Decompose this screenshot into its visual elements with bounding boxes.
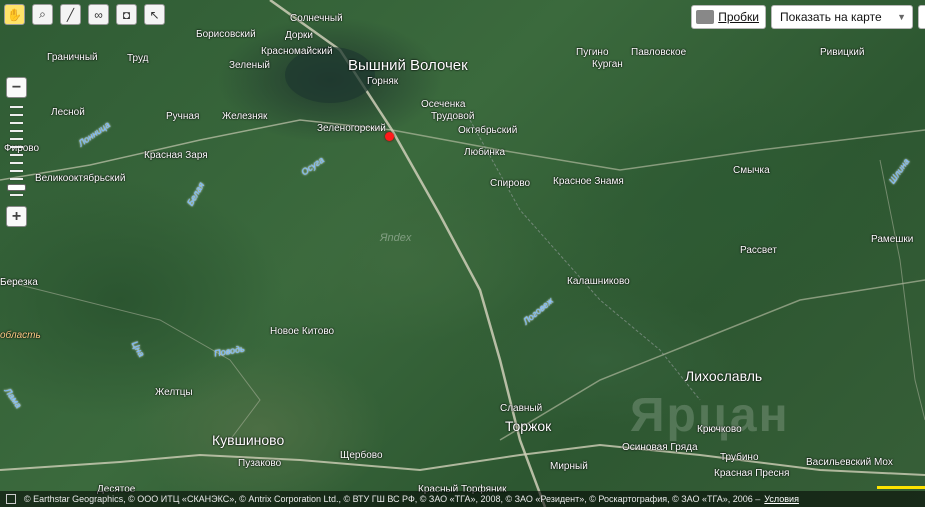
place-label: Граничный — [47, 52, 98, 63]
place-label: Красная Заря — [144, 150, 208, 161]
place-label: Рассвет — [740, 245, 777, 256]
place-label: Калашниково — [567, 276, 630, 287]
place-label: Осеченка — [421, 99, 466, 110]
satellite-map[interactable]: Ярцан Яndex Вышний Волочек Солнечный Дор… — [0, 0, 925, 507]
place-label: Смычка — [733, 165, 770, 176]
yandex-mark: Яndex — [380, 232, 412, 244]
zoom-in-button[interactable]: + — [6, 206, 27, 227]
place-label: Красное Знамя — [553, 176, 624, 187]
city-label: Кувшиново — [212, 432, 285, 448]
place-label: Любинка — [464, 147, 506, 158]
copyright-text: © Earthstar Geographics, © ООО ИТЦ «СКАН… — [24, 494, 761, 504]
zoom-out-button[interactable]: − — [6, 77, 27, 98]
place-label: Мирный — [550, 461, 588, 472]
place-label: Железняк — [222, 111, 268, 122]
select-tool-icon[interactable]: ↖ — [144, 4, 165, 25]
location-marker[interactable] — [385, 132, 394, 141]
place-label: Курган — [592, 59, 623, 70]
place-label: Труд — [127, 53, 149, 64]
region-label: область — [0, 330, 41, 341]
magnifier-tool-icon[interactable]: ⌕ — [32, 4, 53, 25]
place-label: Красномайский — [261, 46, 333, 57]
traffic-label: Пробки — [718, 10, 759, 24]
place-label: Павловское — [631, 47, 687, 58]
hand-tool-icon[interactable]: ✋ — [4, 4, 25, 25]
show-on-map-label: Показать на карте — [780, 10, 882, 24]
place-label: Горняк — [367, 76, 399, 87]
copyright-bar: © Earthstar Geographics, © ООО ИТЦ «СКАН… — [0, 491, 925, 507]
map-toolbar: ✋ ⌕ ╱ ∞ ◘ ↖ — [4, 4, 165, 25]
city-label: Лихославль — [685, 368, 763, 384]
city-label: Торжок — [505, 418, 552, 434]
place-label: Великооктябрьский — [35, 173, 126, 184]
place-label: Щербово — [340, 450, 383, 461]
place-label: Борисовский — [196, 29, 256, 40]
route-tool-icon[interactable]: ∞ — [88, 4, 109, 25]
layer-switch-button[interactable] — [918, 5, 925, 29]
zoom-control: − + — [6, 77, 28, 227]
place-label: Солнечный — [290, 13, 343, 24]
place-label: Березка — [0, 277, 38, 288]
scale-bar — [877, 486, 925, 489]
terms-link[interactable]: Условия — [764, 494, 799, 504]
show-on-map-dropdown[interactable]: Показать на карте ▼ — [771, 5, 913, 29]
place-label: Пугино — [576, 47, 609, 58]
place-label: Желтцы — [155, 387, 193, 398]
place-label: Спирово — [490, 178, 531, 189]
place-label: Рамешки — [871, 234, 914, 245]
place-label: Новое Китово — [270, 326, 335, 337]
place-label: Ручная — [166, 111, 200, 122]
city-label: Вышний Волочек — [348, 57, 468, 74]
place-label: Пузаково — [238, 458, 282, 469]
placemark-tool-icon[interactable]: ◘ — [116, 4, 137, 25]
place-label: Дорки — [285, 30, 313, 41]
zoom-handle[interactable] — [7, 184, 26, 191]
place-label: Трудовой — [431, 111, 475, 122]
place-label: Трубино — [720, 452, 759, 463]
traffic-button[interactable]: Пробки — [691, 5, 766, 29]
place-label: Крючково — [697, 424, 742, 435]
zoom-slider[interactable] — [6, 100, 27, 204]
place-label: Красная Пресня — [714, 468, 790, 479]
place-label: Васильевский Мох — [806, 457, 893, 468]
place-label: Октябрьский — [458, 125, 518, 136]
place-label: Зеленый — [229, 60, 270, 71]
ruler-tool-icon[interactable]: ╱ — [60, 4, 81, 25]
place-label: Славный — [500, 403, 543, 414]
traffic-icon — [696, 10, 715, 24]
chevron-down-icon: ▼ — [897, 12, 906, 22]
place-label: Лесной — [51, 107, 85, 118]
place-label: Осиновая Гряда — [622, 442, 698, 453]
expand-icon[interactable] — [6, 494, 16, 504]
place-label: Зеленогорский — [317, 123, 386, 134]
place-label: Ривицкий — [820, 47, 865, 58]
map-controls-top-right: Пробки Показать на карте ▼ — [691, 5, 925, 29]
